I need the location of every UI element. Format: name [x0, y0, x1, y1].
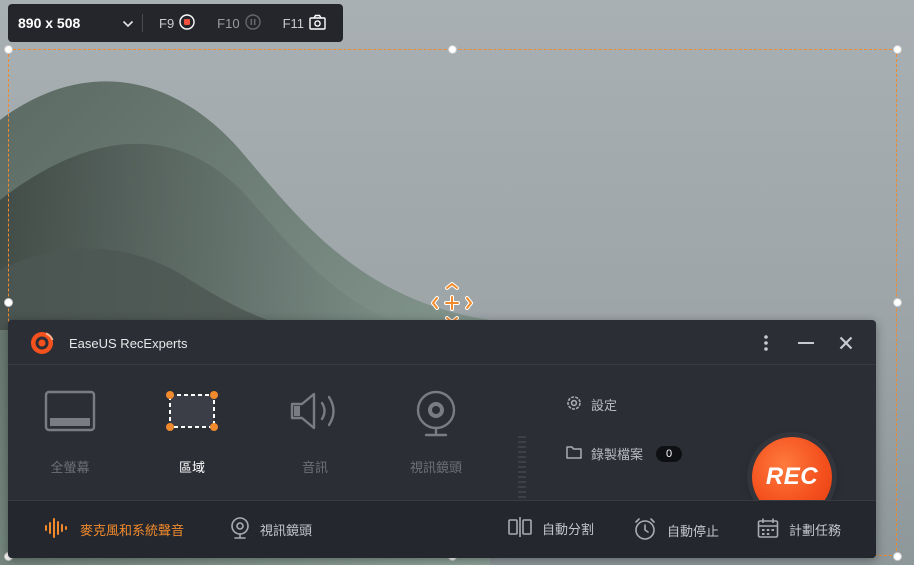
resize-handle-right[interactable]	[893, 298, 902, 307]
chevron-down-icon	[122, 16, 134, 31]
auto-split-button[interactable]: 自動分割	[508, 517, 594, 540]
resize-handle-top[interactable]	[448, 45, 457, 54]
split-icon	[508, 517, 532, 540]
resize-handle-top-right[interactable]	[893, 45, 902, 54]
alarm-clock-icon	[633, 517, 657, 544]
rec-button-label: REC	[765, 463, 819, 490]
region-toolbar: 890 x 508 F9 F10 F11	[8, 4, 343, 42]
audio-source-selector[interactable]: 麥克風和系統聲音	[44, 517, 184, 542]
mode-audio-label: 音訊	[301, 460, 328, 475]
camera-icon	[309, 14, 326, 33]
mode-region-label: 區域	[178, 460, 205, 475]
capture-modes: 全螢幕 區域 音訊 視訊鏡頭 設定 錄製檔案 0 REC	[8, 366, 876, 517]
recordings-link[interactable]: 錄製檔案 0	[566, 444, 683, 463]
hotkey-screenshot-label: F11	[282, 15, 305, 31]
resize-handle-top-left[interactable]	[4, 45, 13, 54]
audio-source-label: 麥克風和系統聲音	[80, 523, 185, 538]
mode-fullscreen[interactable]: 全螢幕	[15, 366, 125, 498]
sound-wave-icon	[44, 517, 70, 542]
gear-icon	[566, 395, 582, 414]
mode-fullscreen-label: 全螢幕	[50, 460, 90, 475]
hotkey-screenshot[interactable]: F11	[283, 14, 326, 33]
speaker-icon	[288, 390, 342, 437]
region-select-icon	[165, 390, 219, 437]
mode-webcam[interactable]: 視訊鏡頭	[381, 366, 491, 498]
region-size-value: 890 x 508	[18, 15, 81, 31]
hotkey-record-label: F9	[159, 15, 175, 31]
toolbar-divider	[142, 14, 143, 32]
app-title: EaseUS RecExperts	[69, 336, 188, 351]
auto-split-label: 自動分割	[542, 522, 595, 537]
panel-footer: 麥克風和系統聲音 視訊鏡頭 自動分割 自動停止 計劃任務	[8, 500, 876, 558]
record-circle-icon	[179, 13, 195, 33]
webcam-icon	[230, 517, 250, 542]
recordings-label: 錄製檔案	[591, 447, 644, 462]
schedule-label: 計劃任務	[789, 523, 842, 538]
resize-handle-left[interactable]	[4, 298, 13, 307]
region-size-dropdown[interactable]: 890 x 508	[8, 4, 142, 42]
auto-stop-label: 自動停止	[667, 524, 720, 539]
minimize-button[interactable]	[795, 332, 817, 354]
mode-webcam-label: 視訊鏡頭	[409, 460, 462, 475]
hotkey-record[interactable]: F9	[159, 13, 195, 33]
recorder-panel: EaseUS RecExperts 全螢幕 區域 音訊 視訊鏡頭 設定 錄製檔案…	[8, 320, 876, 558]
folder-icon	[566, 445, 582, 462]
calendar-icon	[757, 517, 779, 542]
more-options-button[interactable]	[755, 332, 777, 354]
schedule-button[interactable]: 計劃任務	[757, 517, 841, 542]
footer-webcam-toggle[interactable]: 視訊鏡頭	[230, 517, 312, 542]
hotkey-pause-label: F10	[217, 15, 240, 31]
mode-region[interactable]: 區域	[137, 366, 247, 498]
pause-circle-icon	[244, 13, 261, 33]
webcam-icon	[414, 390, 458, 443]
recordings-count-badge: 0	[656, 445, 683, 462]
move-region-icon[interactable]	[430, 281, 474, 325]
monitor-icon	[44, 390, 96, 437]
settings-label: 設定	[591, 398, 618, 413]
settings-link[interactable]: 設定	[566, 395, 617, 414]
auto-stop-button[interactable]: 自動停止	[633, 517, 719, 544]
footer-webcam-label: 視訊鏡頭	[260, 523, 313, 538]
mode-audio[interactable]: 音訊	[260, 366, 370, 498]
close-button[interactable]	[835, 332, 857, 354]
easeus-logo-icon	[30, 331, 54, 355]
resize-handle-bottom-right[interactable]	[893, 552, 902, 561]
panel-header: EaseUS RecExperts	[8, 320, 876, 365]
hotkey-pause[interactable]: F10	[217, 13, 261, 33]
